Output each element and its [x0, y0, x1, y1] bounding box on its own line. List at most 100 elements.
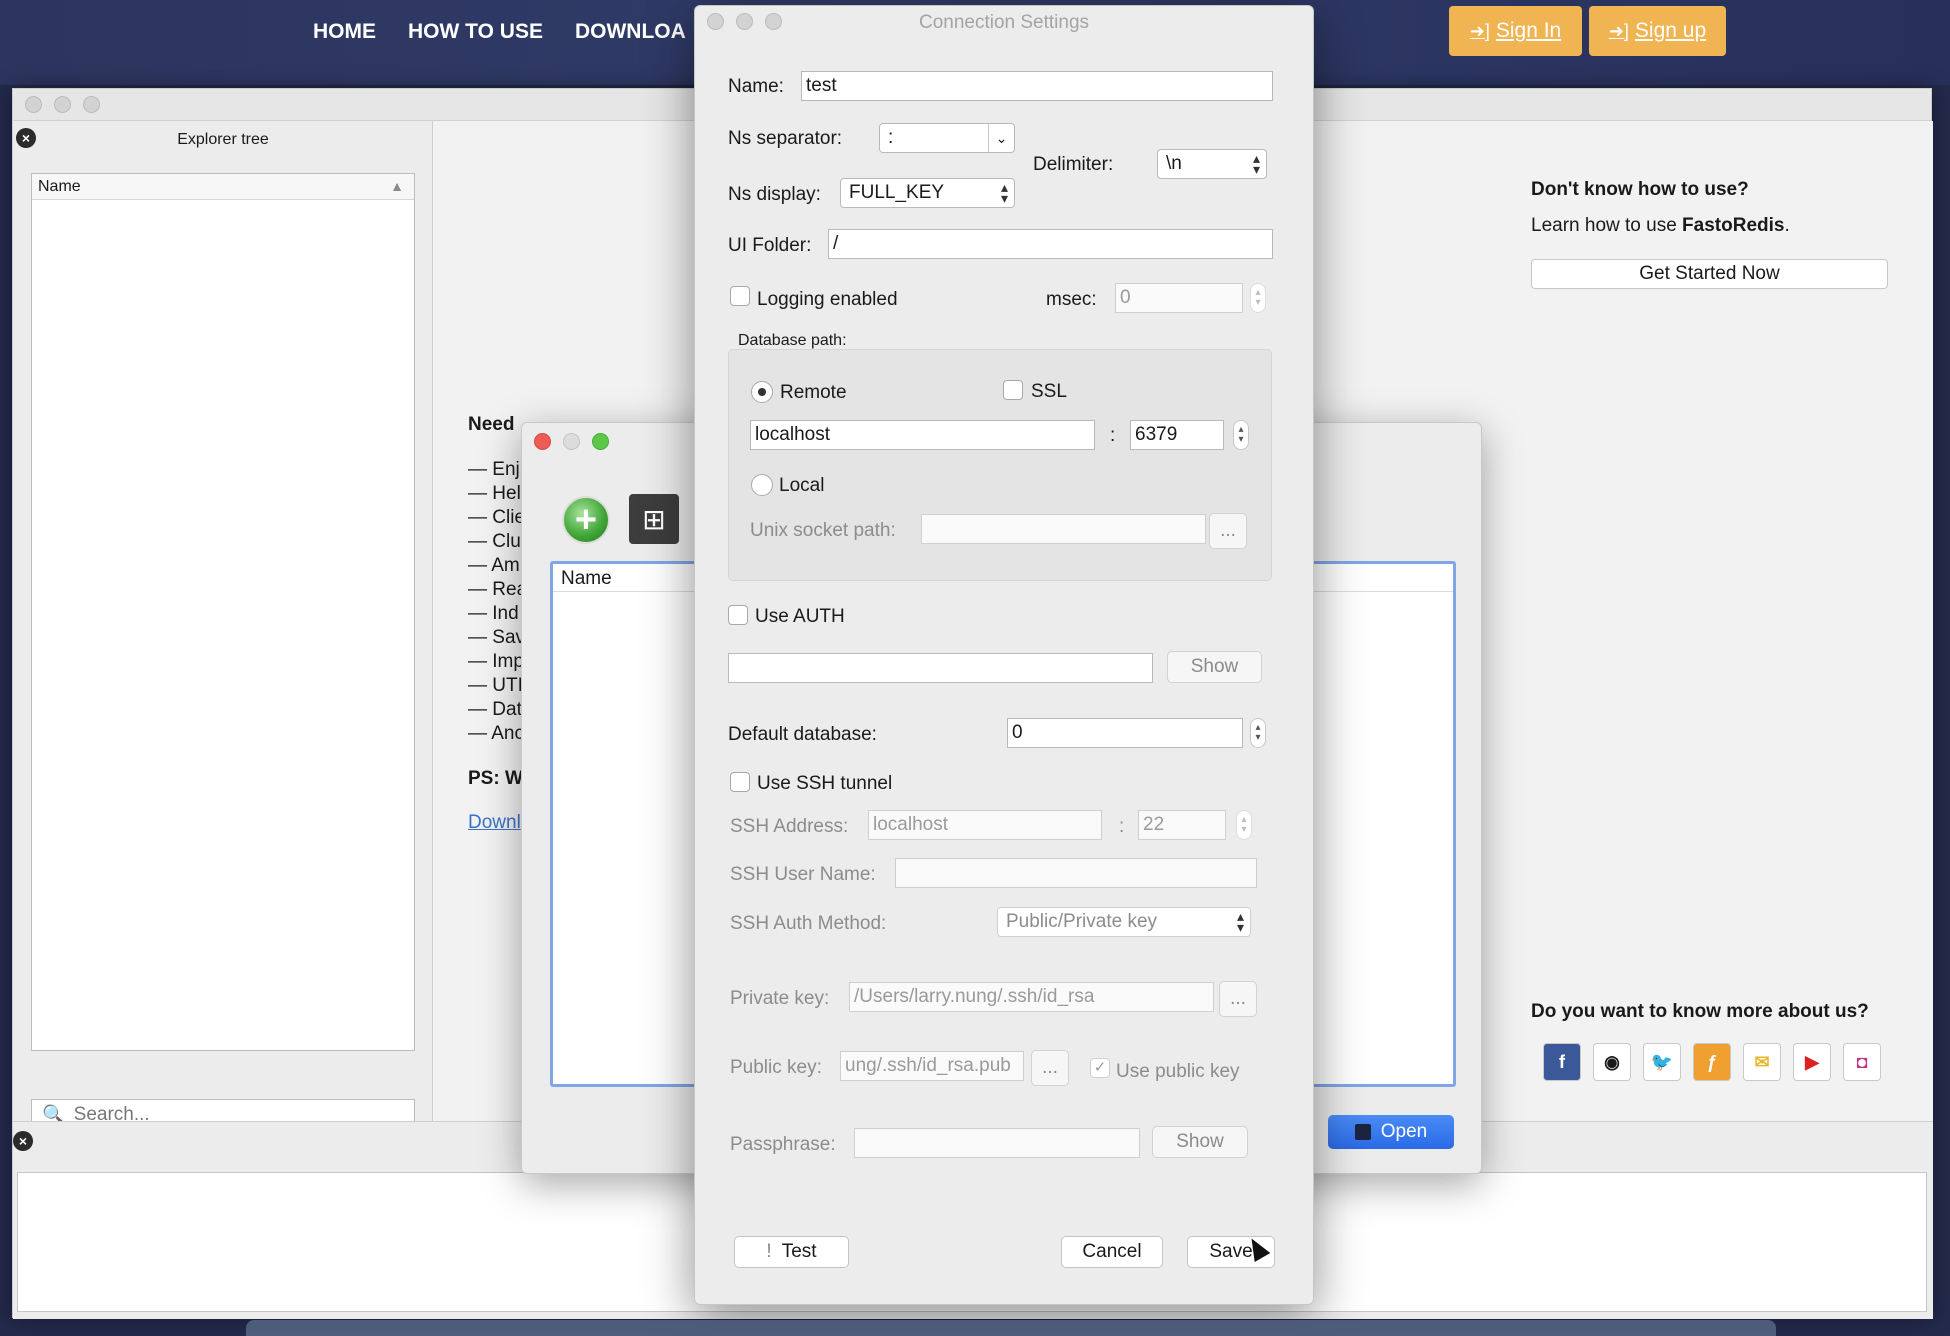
- ssh-port-field[interactable]: 22: [1138, 810, 1226, 840]
- close-log-icon[interactable]: ×: [13, 1131, 33, 1151]
- open-icon: [1354, 1124, 1371, 1140]
- nav-home[interactable]: HOME: [313, 20, 376, 44]
- ui-folder-label: UI Folder:: [728, 235, 812, 256]
- delimiter-select[interactable]: \n ▴ ▾: [1157, 149, 1267, 179]
- warning-icon: !: [766, 1241, 772, 1262]
- show-auth-button[interactable]: Show: [1167, 651, 1262, 683]
- cancel-button[interactable]: Cancel: [1061, 1236, 1163, 1268]
- local-radio[interactable]: [751, 474, 773, 496]
- remote-radio[interactable]: [751, 381, 773, 403]
- port-field[interactable]: 6379: [1130, 420, 1224, 450]
- port-stepper[interactable]: ▴ ▾: [1233, 420, 1249, 450]
- get-started-button[interactable]: Get Started Now: [1531, 259, 1888, 289]
- updown-icon: ▴ ▾: [1000, 179, 1008, 206]
- test-button[interactable]: ! Test: [734, 1236, 849, 1268]
- add-cluster-icon[interactable]: ⊞: [629, 494, 679, 544]
- unix-socket-field[interactable]: [921, 514, 1206, 544]
- open-button[interactable]: Open: [1328, 1115, 1454, 1149]
- youtube-icon[interactable]: ▶: [1793, 1043, 1831, 1081]
- nav-how-to-use[interactable]: HOW TO USE: [408, 20, 543, 44]
- ui-folder-field[interactable]: /: [828, 229, 1273, 259]
- add-connection-icon[interactable]: +: [562, 496, 610, 544]
- help-suffix: .: [1784, 215, 1790, 236]
- fastogt-icon[interactable]: ƒ: [1693, 1043, 1731, 1081]
- feature-item: — Sav: [468, 627, 526, 648]
- use-public-key-checkbox[interactable]: ✓: [1090, 1058, 1110, 1078]
- ssh-auth-select[interactable]: Public/Private key ▴ ▾: [997, 907, 1251, 937]
- private-key-label: Private key:: [730, 988, 830, 1009]
- sign-up-label: Sign up: [1634, 19, 1707, 42]
- private-key-field[interactable]: /Users/larry.nung/.ssh/id_rsa: [849, 982, 1214, 1012]
- ns-separator-combo[interactable]: : ⌄: [879, 123, 1015, 153]
- test-label: Test: [781, 1241, 817, 1262]
- need-block: Need — Enj — Hel — Clie — Clu — Am — Rea…: [468, 414, 527, 834]
- feature-item: — Ind: [468, 603, 519, 624]
- minimize-window-button[interactable]: [563, 433, 580, 450]
- use-auth-checkbox[interactable]: [728, 605, 748, 625]
- feature-item: — Hel: [468, 483, 521, 504]
- use-auth-label: Use AUTH: [755, 606, 845, 627]
- close-window-button[interactable]: [25, 96, 42, 113]
- zoom-window-button[interactable]: [592, 433, 609, 450]
- main-window-controls: [25, 96, 100, 113]
- msec-stepper[interactable]: ▴ ▾: [1250, 283, 1266, 313]
- dock: [246, 1320, 1776, 1336]
- database-path-label: Database path:: [738, 332, 847, 349]
- email-icon[interactable]: ✉: [1743, 1043, 1781, 1081]
- help-text: Learn how to use FastoRedis.: [1531, 215, 1901, 237]
- unix-socket-label: Unix socket path:: [750, 520, 896, 541]
- ssh-user-field[interactable]: [895, 858, 1257, 888]
- sign-up-button[interactable]: ➜] Sign up: [1589, 6, 1726, 56]
- logging-checkbox[interactable]: [730, 286, 750, 306]
- github-icon[interactable]: ◉: [1593, 1043, 1631, 1081]
- sign-in-button[interactable]: ➜] Sign In: [1449, 6, 1582, 56]
- nav-download[interactable]: DOWNLOA: [575, 20, 686, 44]
- sort-ascending-icon: ▲: [390, 178, 404, 194]
- name-field[interactable]: test: [801, 71, 1273, 101]
- ns-separator-label: Ns separator:: [728, 128, 843, 149]
- feature-item: — Dat: [468, 699, 522, 720]
- feature-item: — Rea: [468, 579, 528, 600]
- ssh-port-stepper[interactable]: ▴ ▾: [1236, 810, 1252, 840]
- ns-display-value: FULL_KEY: [849, 182, 945, 203]
- default-database-field[interactable]: 0: [1007, 718, 1243, 748]
- default-database-stepper[interactable]: ▴ ▾: [1250, 718, 1266, 748]
- feature-item: — Enj: [468, 459, 520, 480]
- public-key-field[interactable]: ung/.ssh/id_rsa.pub: [840, 1051, 1024, 1081]
- msec-field[interactable]: 0: [1115, 283, 1243, 313]
- ssh-auth-label: SSH Auth Method:: [730, 913, 887, 934]
- site-nav: HOME HOW TO USE DOWNLOA: [313, 0, 686, 64]
- feature-item: — Clie: [468, 507, 526, 528]
- facebook-icon[interactable]: f: [1543, 1043, 1581, 1081]
- explorer-title: Explorer tree: [177, 131, 269, 148]
- ssl-checkbox[interactable]: [1003, 380, 1023, 400]
- unix-socket-browse-button[interactable]: ...: [1209, 513, 1247, 549]
- explorer-panel: × Explorer tree Name ▲ 🔍 Search...: [13, 121, 433, 1131]
- feature-item: — Imp: [468, 651, 524, 672]
- public-key-browse-button[interactable]: ...: [1031, 1050, 1069, 1086]
- ssh-address-field[interactable]: localhost: [868, 810, 1102, 840]
- passphrase-label: Passphrase:: [730, 1134, 836, 1155]
- minimize-window-button[interactable]: [54, 96, 71, 113]
- host-field[interactable]: localhost: [750, 420, 1095, 450]
- tree-header[interactable]: Name ▲: [32, 174, 414, 200]
- use-public-key-label: Use public key: [1116, 1061, 1240, 1082]
- use-ssh-checkbox[interactable]: [730, 772, 750, 792]
- passphrase-field[interactable]: [854, 1128, 1140, 1158]
- help-prefix: Learn how to use: [1531, 215, 1683, 236]
- close-window-button[interactable]: [534, 433, 551, 450]
- feature-list: — Enj — Hel — Clie — Clu — Am — Rea — In…: [468, 458, 527, 746]
- ssh-auth-value: Public/Private key: [1006, 911, 1158, 932]
- twitter-icon[interactable]: 🐦: [1643, 1043, 1681, 1081]
- explorer-tree[interactable]: Name ▲: [31, 173, 415, 1051]
- download-link[interactable]: Downl: [468, 812, 527, 834]
- zoom-window-button[interactable]: [83, 96, 100, 113]
- brand-name: FastoRedis: [1682, 215, 1785, 236]
- auth-password-field[interactable]: [728, 653, 1153, 683]
- sign-in-icon: ➜]: [1469, 20, 1490, 41]
- delimiter-label: Delimiter:: [1033, 154, 1114, 175]
- private-key-browse-button[interactable]: ...: [1219, 981, 1257, 1017]
- instagram-icon[interactable]: ◘: [1843, 1043, 1881, 1081]
- ns-display-select[interactable]: FULL_KEY ▴ ▾: [840, 178, 1015, 208]
- show-passphrase-button[interactable]: Show: [1152, 1126, 1248, 1158]
